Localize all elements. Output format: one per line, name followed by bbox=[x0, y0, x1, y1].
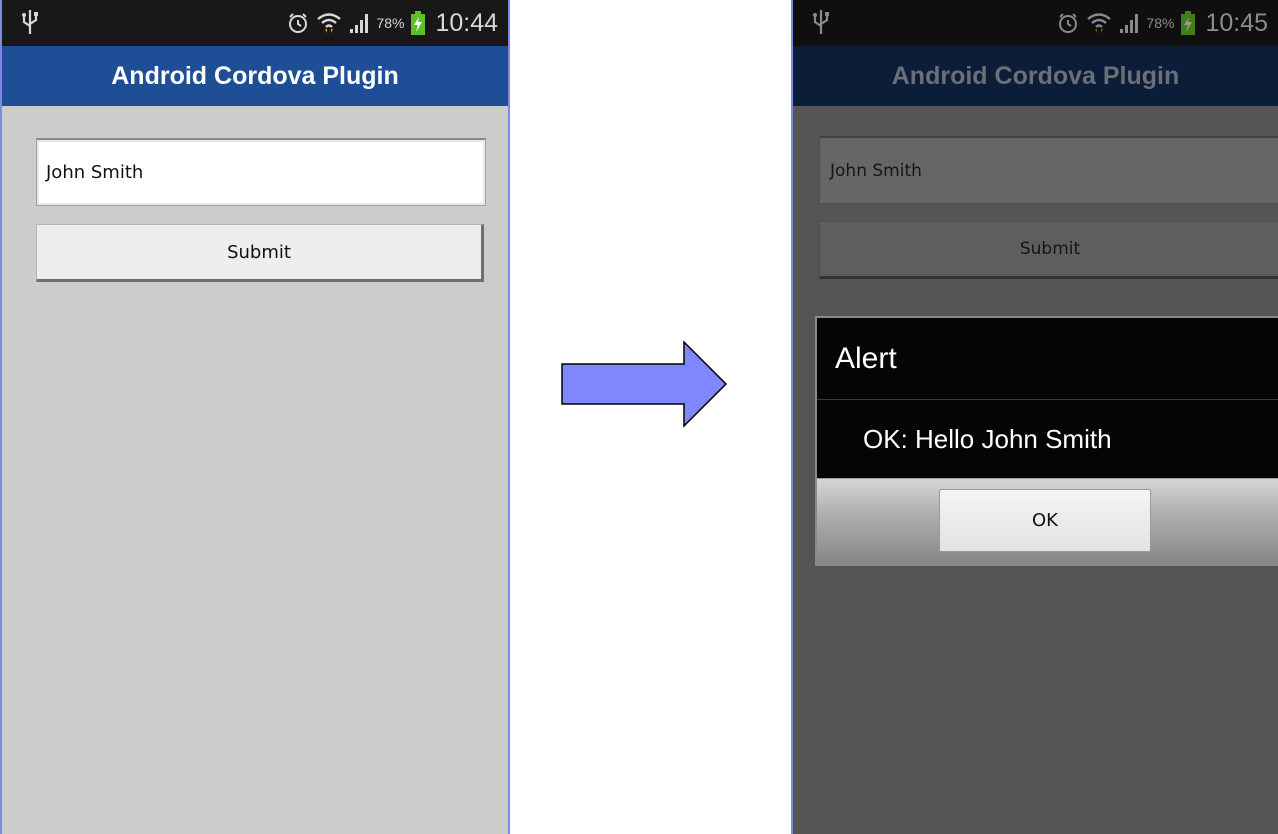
app-title-bar: Android Cordova Plugin bbox=[2, 46, 508, 106]
app-title: Android Cordova Plugin bbox=[111, 61, 399, 90]
usb-icon bbox=[813, 10, 829, 34]
phone-screen-before: 78% 10:44 Android Cordova Plugin John Sm… bbox=[0, 0, 510, 834]
alert-dialog: Alert OK: Hello John Smith OK bbox=[815, 316, 1278, 566]
battery-percent: 78% bbox=[1146, 15, 1175, 31]
right-arrow-icon bbox=[561, 340, 728, 428]
name-input: John Smith bbox=[819, 136, 1278, 204]
wifi-icon bbox=[1087, 13, 1112, 33]
alarm-icon bbox=[1059, 13, 1078, 33]
battery-charging-icon bbox=[411, 11, 426, 35]
name-input[interactable]: John Smith bbox=[36, 138, 486, 206]
status-bar: 78% 10:44 bbox=[2, 0, 508, 46]
app-title-bar: Android Cordova Plugin bbox=[793, 46, 1278, 106]
app-content: John Smith Submit bbox=[2, 106, 508, 834]
signal-icon bbox=[350, 14, 369, 33]
dialog-button-bar: OK bbox=[817, 478, 1278, 564]
wifi-icon bbox=[317, 13, 342, 33]
battery-charging-icon bbox=[1181, 11, 1196, 35]
dialog-message: OK: Hello John Smith bbox=[863, 423, 1112, 454]
battery-percent: 78% bbox=[376, 15, 405, 31]
status-bar: 78% 10:45 bbox=[793, 0, 1278, 46]
dialog-title: Alert bbox=[817, 318, 1278, 400]
alarm-icon bbox=[289, 13, 308, 33]
clock: 10:44 bbox=[435, 8, 498, 37]
submit-button: Submit bbox=[819, 221, 1278, 279]
submit-button[interactable]: Submit bbox=[36, 224, 484, 282]
clock: 10:45 bbox=[1205, 8, 1268, 37]
ok-button[interactable]: OK bbox=[939, 489, 1151, 552]
signal-icon bbox=[1120, 14, 1139, 33]
phone-screen-after: 78% 10:45 Android Cordova Plugin John Sm… bbox=[791, 0, 1278, 834]
usb-icon bbox=[22, 10, 38, 34]
app-title: Android Cordova Plugin bbox=[891, 61, 1180, 90]
